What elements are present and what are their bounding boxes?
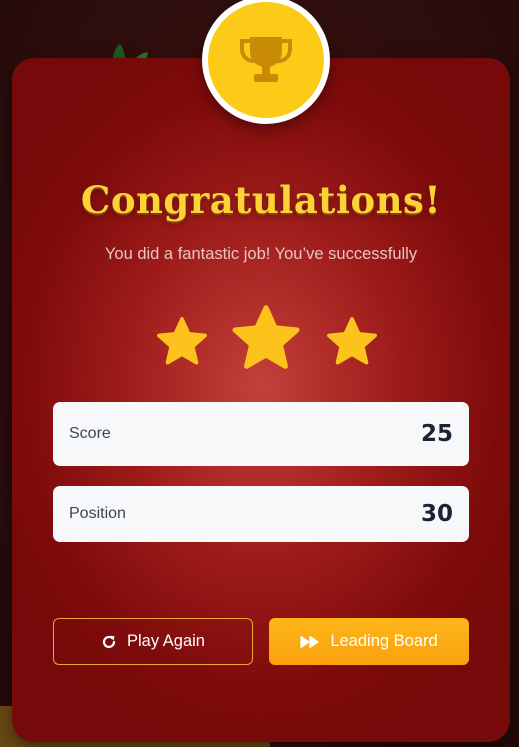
trophy-icon [240,37,292,82]
congratulations-title: Congratulations! [80,178,442,222]
fast-forward-icon [300,635,319,648]
star-icon [327,317,377,365]
play-again-button[interactable]: Play Again [53,618,253,665]
position-box: Position 30 [53,486,469,542]
position-label: Position [69,505,126,522]
star-icon [157,317,207,365]
game-result-screen: Congratulations! You did a fantastic job… [0,0,519,747]
star-rating [12,300,510,384]
star-icon [232,305,300,369]
trophy-badge-inner [208,2,324,118]
leading-board-button[interactable]: Leading Board [269,618,469,665]
position-value: 30 [420,501,453,527]
score-value: 25 [420,421,453,447]
score-box: Score 25 [53,402,469,466]
result-message: You did a fantastic job! You’ve successf… [104,245,418,263]
leading-board-label: Leading Board [330,632,438,650]
refresh-icon [102,635,116,648]
score-label: Score [69,425,111,442]
play-again-label: Play Again [127,632,205,650]
trophy-badge [202,0,330,124]
